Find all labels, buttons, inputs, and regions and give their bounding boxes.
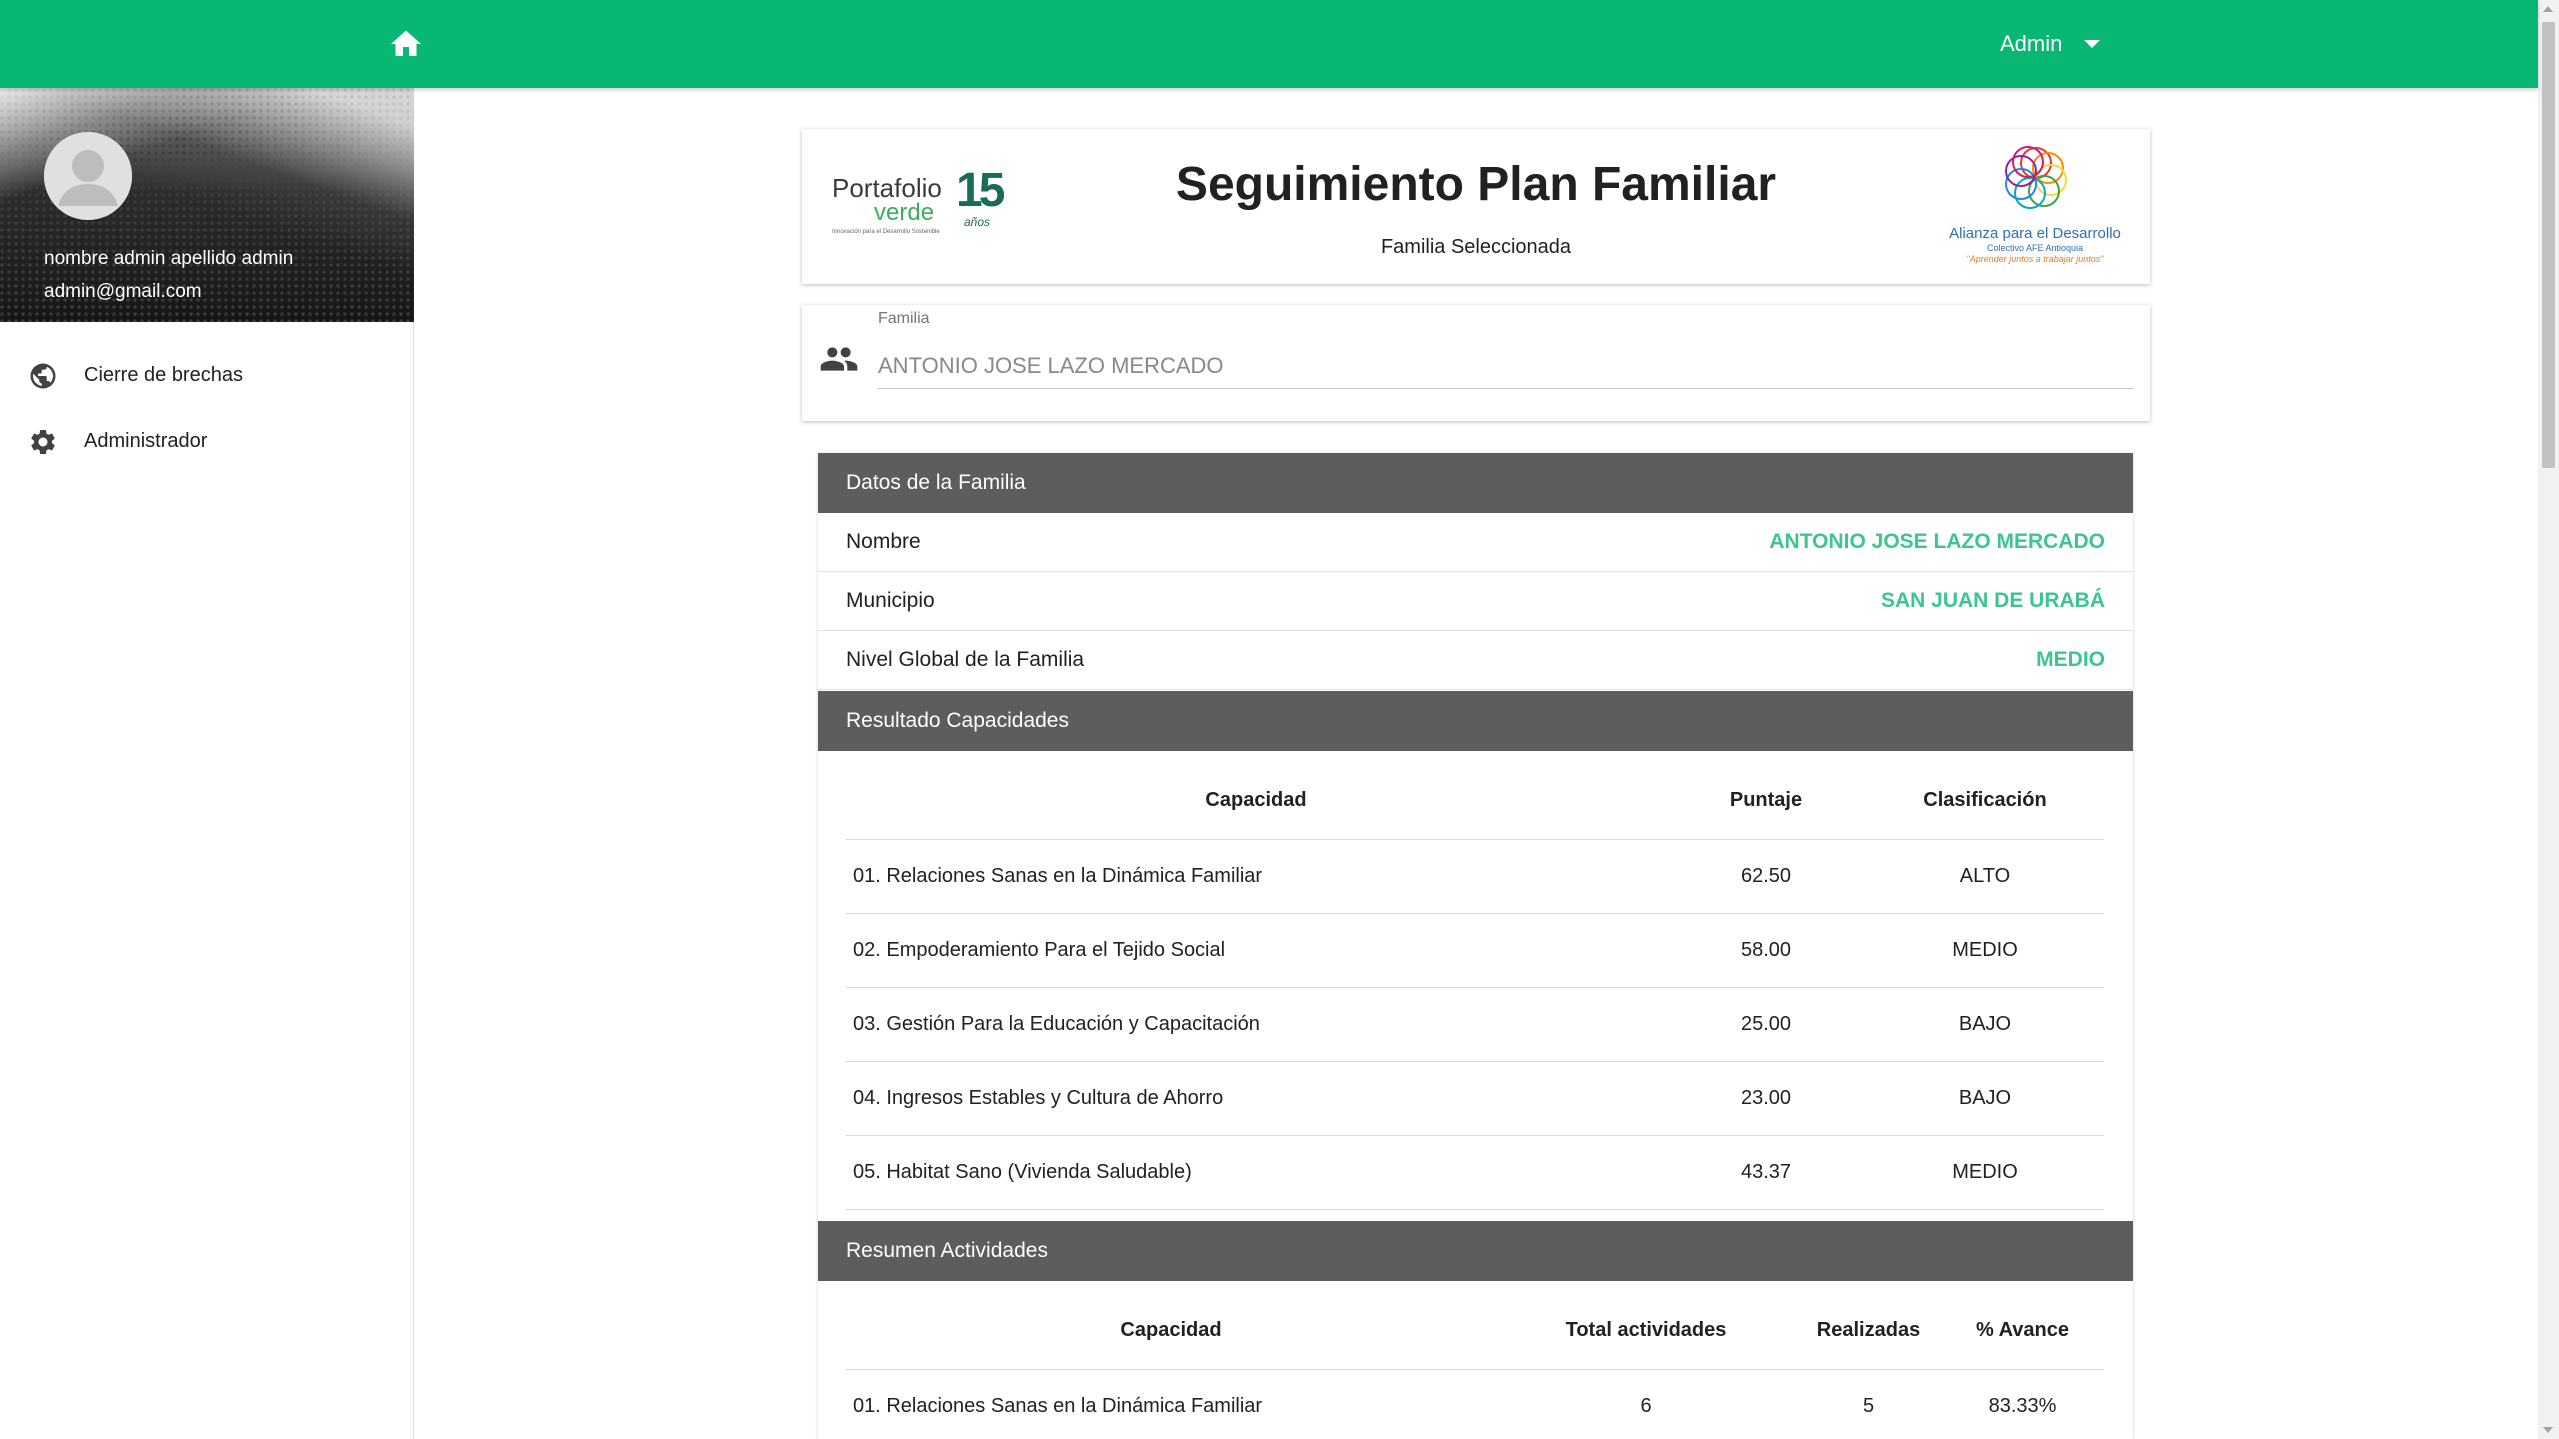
column-header-total-actividades: Total actividades <box>1496 1281 1796 1370</box>
sidebar-item-cierre-de-brechas[interactable]: Cierre de brechas <box>0 344 414 406</box>
table-row: 01. Relaciones Sanas en la Dinámica Fami… <box>846 1369 2104 1439</box>
scroll-down-arrow-icon[interactable] <box>2543 1427 2553 1433</box>
cell-capacidad: 01. Relaciones Sanas en la Dinámica Fami… <box>846 839 1666 914</box>
sidebar-item-label: Administrador <box>84 429 208 452</box>
header-card: Portafolio verde Innovación para el Desa… <box>802 129 2150 284</box>
scrollbar-thumb[interactable] <box>2542 22 2555 468</box>
familia-field[interactable] <box>878 343 2134 389</box>
home-icon[interactable] <box>388 26 424 62</box>
cell-capacidad: 02. Empoderamiento Para el Tejido Social <box>846 913 1666 988</box>
cell-clasificacion: BAJO <box>1866 987 2104 1062</box>
person-icon <box>44 132 132 220</box>
profile-header: nombre admin apellido admin admin@gmail.… <box>0 88 414 322</box>
top-app-bar: Admin <box>0 0 2538 88</box>
sidebar-item-administrador[interactable]: Administrador <box>0 410 414 472</box>
column-header-realizadas: Realizadas <box>1796 1281 1941 1370</box>
cell-capacidad: 05. Habitat Sano (Vivienda Saludable) <box>846 1135 1666 1210</box>
cell-puntaje: 58.00 <box>1666 913 1866 988</box>
table-row: 05. Habitat Sano (Vivienda Saludable) 43… <box>846 1135 2104 1210</box>
cell-avance: 83.33% <box>1941 1369 2104 1439</box>
cell-total: 6 <box>1496 1369 1796 1439</box>
table-row: 01. Relaciones Sanas en la Dinámica Fami… <box>846 839 2104 914</box>
alianza-rings-icon <box>2005 146 2067 209</box>
family-detail-panel: Datos de la Familia Nombre ANTONIO JOSE … <box>818 453 2133 1439</box>
section-header-resumen-actividades: Resumen Actividades <box>818 1221 2133 1281</box>
cell-capacidad: 03. Gestión Para la Educación y Capacita… <box>846 987 1666 1062</box>
table-row: 04. Ingresos Estables y Cultura de Ahorr… <box>846 1061 2104 1136</box>
cell-clasificacion: BAJO <box>1866 1061 2104 1136</box>
familia-field-card: Familia <box>802 305 2150 421</box>
page-scrollbar[interactable] <box>2538 0 2559 1439</box>
table-header-row: Capacidad Puntaje Clasificación <box>846 751 2104 840</box>
cell-clasificacion: MEDIO <box>1866 1135 2104 1210</box>
profile-name: nombre admin apellido admin <box>44 248 294 269</box>
cell-puntaje: 25.00 <box>1666 987 1866 1062</box>
column-header-capacidad: Capacidad <box>846 751 1666 840</box>
sidebar-item-label: Cierre de brechas <box>84 363 243 386</box>
logo-unit: años <box>964 215 991 229</box>
cell-puntaje: 62.50 <box>1666 839 1866 914</box>
alianza-logo: Alianza para el Desarrollo Colectivo AFE… <box>1940 137 2130 277</box>
logo-tagline: Innovación para el Desarrollo Sostenible <box>832 229 940 235</box>
info-value: ANTONIO JOSE LAZO MERCADO <box>1769 530 2105 553</box>
resultado-capacidades-table: Capacidad Puntaje Clasificación 01. Rela… <box>846 751 2104 1210</box>
cell-puntaje: 43.37 <box>1666 1135 1866 1210</box>
info-label: Nivel Global de la Familia <box>846 648 1085 671</box>
cell-realizadas: 5 <box>1796 1369 1941 1439</box>
section-header-resultado-capacidades: Resultado Capacidades <box>818 691 2133 751</box>
cell-capacidad: 01. Relaciones Sanas en la Dinámica Fami… <box>846 1369 1496 1439</box>
scroll-up-arrow-icon[interactable] <box>2543 6 2553 12</box>
user-menu-label: Admin <box>2000 31 2063 56</box>
resumen-actividades-table: Capacidad Total actividades Realizadas %… <box>846 1281 2104 1439</box>
info-row-nivel-global: Nivel Global de la Familia MEDIO <box>818 631 2133 690</box>
cell-clasificacion: ALTO <box>1866 839 2104 914</box>
gear-icon <box>28 427 58 457</box>
info-value: SAN JUAN DE URABÁ <box>1880 589 2105 612</box>
table-row: 02. Empoderamiento Para el Tejido Social… <box>846 913 2104 988</box>
user-menu-button[interactable]: Admin <box>2000 26 2101 62</box>
alianza-logo-line2: Colectivo AFE Antioquia <box>1986 243 2084 253</box>
sidebar: nombre admin apellido admin admin@gmail.… <box>0 88 414 1439</box>
section-header-datos-familia: Datos de la Familia <box>818 453 2133 513</box>
cell-puntaje: 23.00 <box>1666 1061 1866 1136</box>
column-header-clasificacion: Clasificación <box>1866 751 2104 840</box>
info-label: Municipio <box>846 589 935 612</box>
profile-email: admin@gmail.com <box>44 281 202 302</box>
info-value: MEDIO <box>2036 648 2105 671</box>
alianza-logo-line1: Alianza para el Desarrollo <box>1949 225 2121 242</box>
column-header-puntaje: Puntaje <box>1666 751 1866 840</box>
info-row-municipio: Municipio SAN JUAN DE URABÁ <box>818 572 2133 631</box>
column-header-avance: % Avance <box>1941 1281 2104 1370</box>
caret-down-icon <box>2084 40 2101 48</box>
info-row-nombre: Nombre ANTONIO JOSE LAZO MERCADO <box>818 513 2133 572</box>
info-label: Nombre <box>846 530 921 553</box>
globe-icon <box>28 361 58 391</box>
cell-clasificacion: MEDIO <box>1866 913 2104 988</box>
column-header-capacidad: Capacidad <box>846 1281 1496 1370</box>
table-row: 03. Gestión Para la Educación y Capacita… <box>846 987 2104 1062</box>
familia-field-label: Familia <box>878 310 930 327</box>
alianza-logo-line3: "Aprender juntos a trabajar juntos" <box>1966 254 2104 264</box>
people-icon <box>819 339 859 379</box>
table-header-row: Capacidad Total actividades Realizadas %… <box>846 1281 2104 1370</box>
cell-capacidad: 04. Ingresos Estables y Cultura de Ahorr… <box>846 1061 1666 1136</box>
